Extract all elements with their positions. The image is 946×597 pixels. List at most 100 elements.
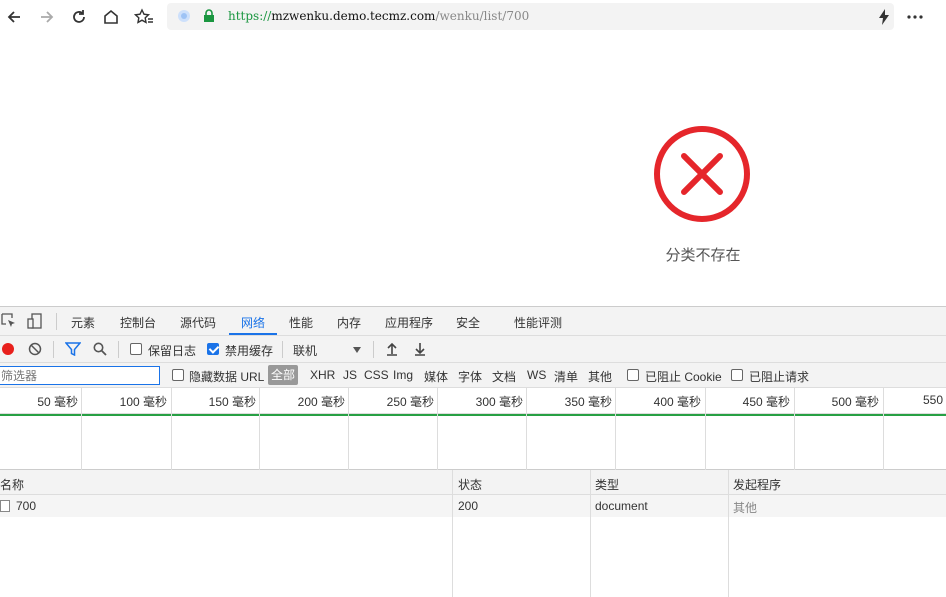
lightning-icon: [879, 9, 889, 25]
tab-security[interactable]: 安全: [456, 314, 480, 331]
filter-type-all[interactable]: 全部: [268, 365, 299, 385]
blocked-requests-checkbox[interactable]: [731, 369, 743, 381]
divider: [118, 341, 119, 358]
column-header-initiator[interactable]: 发起程序: [733, 476, 781, 493]
filter-type-font[interactable]: 字体: [458, 368, 482, 385]
tab-performance[interactable]: 性能: [289, 314, 313, 331]
blocked-cookies-label: 已阻止 Cookie: [645, 370, 722, 384]
timeline-gridline: [615, 388, 616, 470]
filter-type-xhr[interactable]: XHR: [310, 368, 335, 382]
timeline-progress-line: [0, 414, 946, 416]
request-name: 700: [16, 499, 37, 513]
column-divider[interactable]: [590, 470, 591, 597]
throttle-select[interactable]: 联机: [293, 342, 317, 359]
address-bar[interactable]: https://mzwenku.demo.tecmz.com/wenku/lis…: [167, 3, 894, 30]
tab-memory[interactable]: 内存: [337, 314, 361, 331]
timeline-gridline: [883, 388, 884, 470]
preserve-log-label: 保留日志: [148, 344, 197, 358]
timeline-gridline: [526, 388, 527, 470]
request-initiator: 其他: [733, 501, 758, 515]
inspect-element-icon[interactable]: [1, 313, 17, 329]
url-text: https://mzwenku.demo.tecmz.com/wenku/lis…: [228, 9, 530, 23]
request-type: document: [595, 499, 648, 513]
tab-elements[interactable]: 元素: [71, 314, 95, 331]
tab-network[interactable]: 网络: [241, 314, 265, 331]
filter-type-manifest[interactable]: 清单: [554, 368, 578, 385]
timeline-tick-label: 500 毫秒: [831, 395, 879, 409]
star-list-icon: [134, 8, 153, 24]
record-icon[interactable]: [1, 342, 15, 356]
filter-input[interactable]: [0, 366, 160, 385]
devtools-tabbar: 元素 控制台 源代码 网络 性能 内存 应用程序 安全 性能评测: [0, 307, 946, 336]
reload-button[interactable]: [67, 5, 91, 29]
network-request-table: 名称 状态 类型 发起程序 700 200 document 其他: [0, 470, 946, 597]
hide-data-url-label: 隐藏数据 URL: [189, 370, 265, 384]
home-button[interactable]: [99, 5, 123, 29]
import-upload-icon[interactable]: [386, 342, 398, 356]
filter-type-img[interactable]: Img: [393, 368, 413, 382]
table-header: 名称 状态 类型 发起程序: [0, 470, 946, 495]
error-x-icon: [654, 126, 750, 222]
tab-application[interactable]: 应用程序: [385, 314, 433, 331]
network-overview-timeline[interactable]: 50 毫秒 100 毫秒 150 毫秒 200 毫秒 250 毫秒 300 毫秒…: [0, 388, 946, 470]
tab-lighthouse[interactable]: 性能评测: [514, 314, 562, 331]
lock-icon: [204, 9, 214, 22]
filter-type-doc[interactable]: 文档: [492, 368, 516, 385]
timeline-gridline: [348, 388, 349, 470]
search-icon[interactable]: [93, 342, 107, 356]
home-icon: [104, 9, 118, 24]
column-header-name[interactable]: 名称: [0, 476, 24, 493]
document-icon: [0, 500, 10, 512]
timeline-tick-label: 400 毫秒: [653, 395, 701, 409]
column-divider[interactable]: [452, 470, 453, 597]
filter-icon[interactable]: [65, 342, 81, 356]
column-header-type[interactable]: 类型: [595, 476, 619, 493]
back-button[interactable]: [2, 5, 26, 29]
timeline-tick-label: 200 毫秒: [297, 395, 345, 409]
timeline-tick-label: 550: [923, 393, 944, 407]
blocked-cookies-checkbox[interactable]: [627, 369, 639, 381]
filter-type-other[interactable]: 其他: [588, 368, 612, 385]
timeline-gridline: [705, 388, 706, 470]
tab-sources[interactable]: 源代码: [180, 314, 216, 331]
forward-button[interactable]: [35, 5, 59, 29]
filter-type-ws[interactable]: WS: [527, 368, 546, 382]
hide-data-url-checkbox[interactable]: [172, 369, 184, 381]
browser-toolbar: https://mzwenku.demo.tecmz.com/wenku/lis…: [0, 0, 946, 34]
request-status: 200: [458, 499, 479, 513]
forward-arrow-icon: [41, 11, 54, 23]
timeline-gridline: [437, 388, 438, 470]
column-divider[interactable]: [728, 470, 729, 597]
export-download-icon[interactable]: [414, 342, 426, 356]
timeline-tick-label: 250 毫秒: [386, 395, 434, 409]
divider: [282, 341, 283, 358]
timeline-tick-label: 450 毫秒: [742, 395, 790, 409]
disable-cache-checkbox[interactable]: [207, 343, 219, 355]
timeline-gridline: [171, 388, 172, 470]
timeline-tick-label: 150 毫秒: [208, 395, 256, 409]
timeline-tick-label: 100 毫秒: [119, 395, 167, 409]
filter-bar: 隐藏数据 URL 全部 XHR JS CSS Img 媒体 字体 文档 WS 清…: [0, 363, 946, 388]
back-arrow-icon: [7, 11, 20, 23]
column-header-status[interactable]: 状态: [458, 476, 482, 493]
device-toggle-icon[interactable]: [27, 313, 43, 329]
filter-type-media[interactable]: 媒体: [424, 368, 448, 385]
lightning-button[interactable]: [872, 5, 896, 29]
error-message: 分类不存在: [665, 247, 741, 264]
filter-type-css[interactable]: CSS: [364, 368, 389, 382]
timeline-gridline: [794, 388, 795, 470]
filter-type-js[interactable]: JS: [343, 368, 357, 382]
disable-cache-label: 禁用缓存: [225, 344, 274, 358]
blocked-requests-label: 已阻止请求: [749, 370, 810, 384]
favorites-button[interactable]: [132, 5, 156, 29]
divider: [373, 341, 374, 358]
table-row[interactable]: 700 200 document 其他: [0, 495, 946, 517]
preserve-log-checkbox[interactable]: [130, 343, 142, 355]
timeline-tick-label: 300 毫秒: [475, 395, 523, 409]
tab-console[interactable]: 控制台: [120, 314, 156, 331]
site-info-icon: [178, 10, 190, 22]
network-toolbar: 保留日志 禁用缓存 联机: [0, 336, 946, 363]
dropdown-arrow-icon: [353, 347, 361, 353]
clear-icon[interactable]: [28, 342, 42, 356]
more-button[interactable]: [903, 5, 927, 29]
